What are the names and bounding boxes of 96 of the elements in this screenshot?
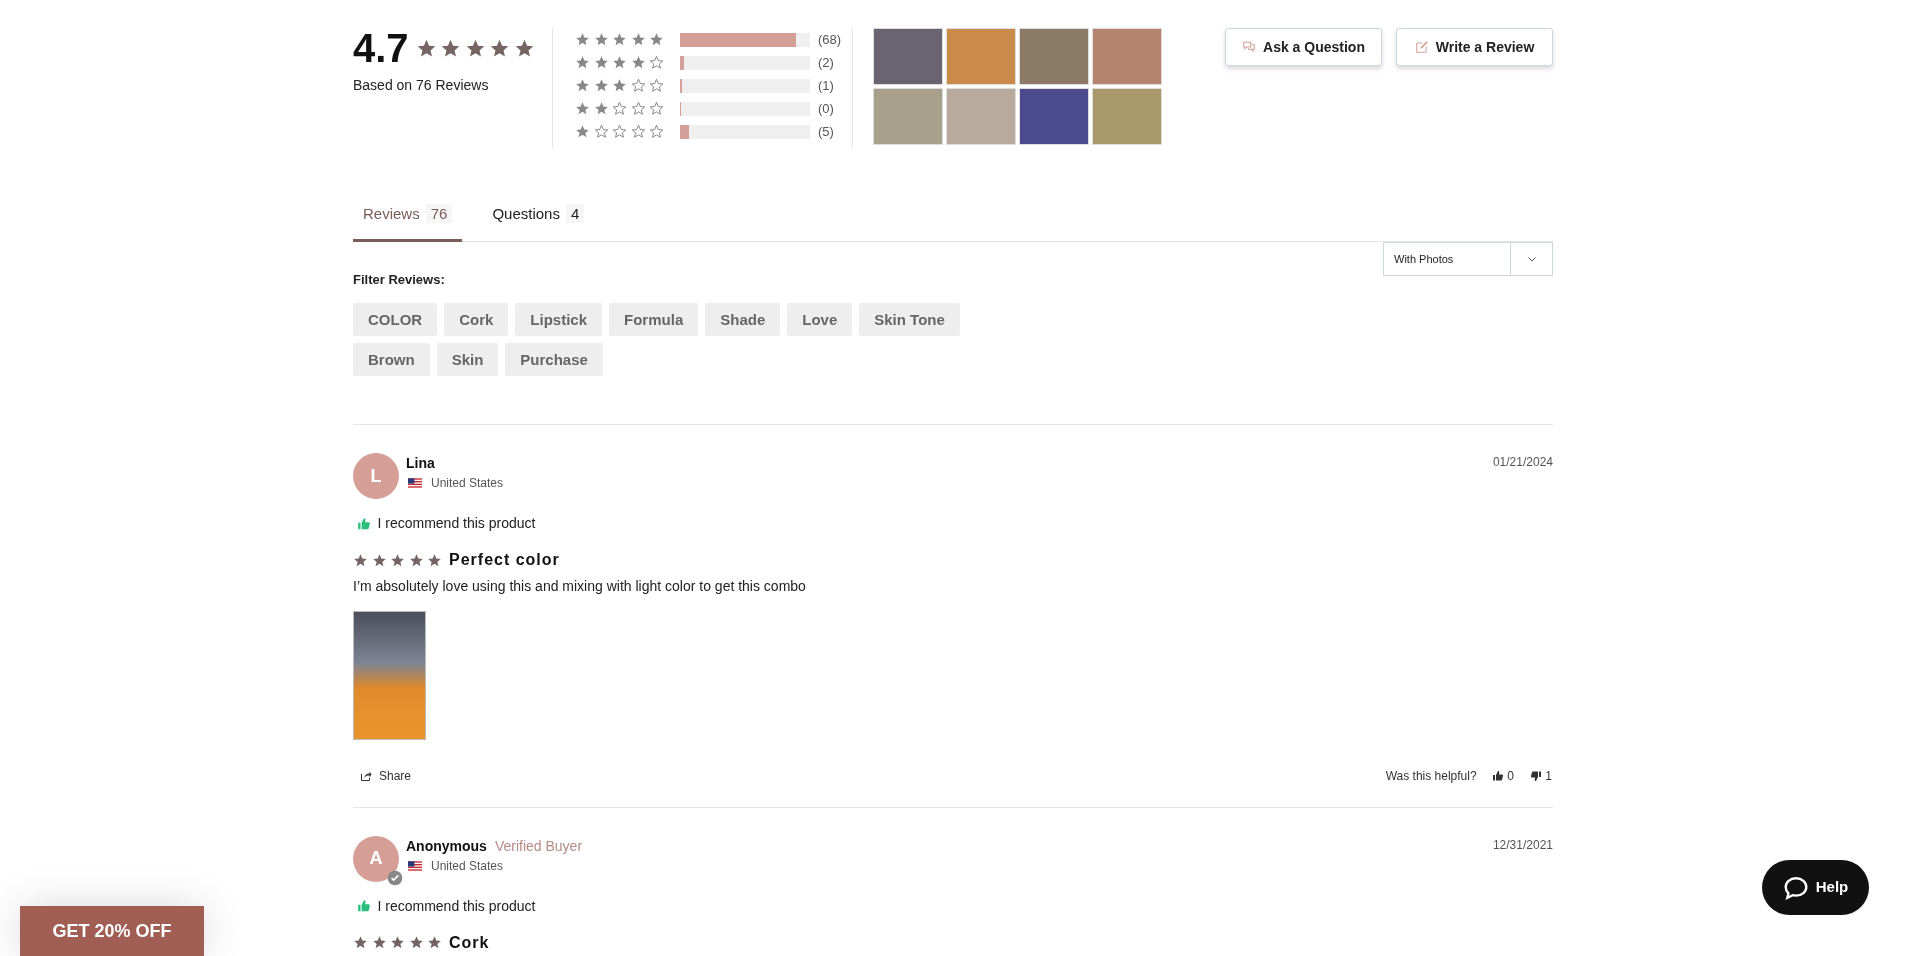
star-icon [593,78,609,93]
photo-placeholder[interactable] [1019,88,1089,145]
sort-dropdown[interactable]: With Photos [1383,241,1553,276]
upvote-button[interactable]: 0 [1490,765,1515,786]
recommend-text: I recommend this product [377,514,536,533]
photo-placeholder[interactable] [353,610,426,740]
filter-tag[interactable]: Skin [436,343,499,376]
thumbs-up-icon [356,899,371,913]
downvote-button[interactable]: 1 [1528,765,1553,786]
star-icon [415,37,437,59]
star-icon [612,78,627,93]
empty-star-icon [612,124,627,139]
filter-label: Filter Reviews: [353,270,445,289]
tab[interactable]: Questions 4 [482,192,595,242]
rating-count: (0) [818,99,834,118]
filter-tag[interactable]: Formula [609,303,699,336]
star-icon [427,935,442,950]
review-title: Perfect color [449,550,560,570]
filter-tag[interactable]: Skin Tone [859,303,960,336]
empty-star-icon [612,101,627,116]
ask-question-button[interactable]: Ask a Question [1225,28,1382,66]
star-icon [593,101,609,116]
star-icon [513,37,535,59]
recommend-text: I recommend this product [377,896,536,916]
review-date: 12/31/2021 [1492,836,1553,854]
empty-star-icon [649,55,664,70]
star-icon [575,78,590,93]
star-icon [464,37,486,59]
rating-count: (1) [818,76,834,95]
review-text: I’m absolutely love using this and mixing with light color to get this combo [353,576,807,596]
empty-star-icon [593,124,609,139]
reviewer-country: United States [431,475,504,492]
star-icon [371,552,387,568]
filter-tag[interactable]: Brown [353,343,430,376]
share-link[interactable]: Share [360,766,412,785]
photo-placeholder[interactable] [873,28,943,85]
edit-icon [1414,40,1429,54]
write-review-button[interactable]: Write a Review [1396,28,1553,66]
reviewer-name: Anonymous [406,836,487,856]
chat-bubbles-icon [1242,40,1257,54]
star-icon [489,37,511,59]
helpful-question: Was this helpful? [1385,767,1477,785]
empty-star-icon [649,78,664,93]
help-button[interactable]: Help [1762,860,1869,915]
star-icon [630,55,646,70]
empty-star-icon [630,101,646,116]
thumbs-up-icon [1491,769,1504,782]
star-icon [408,552,424,568]
rating-count: (2) [818,53,834,72]
flag-icon [406,476,424,490]
review-date: 01/21/2024 [1492,454,1553,471]
star-icon [371,935,387,950]
review-count: Based on 76 Reviews [353,76,490,95]
rating-count: (68) [818,30,842,49]
tab[interactable]: Reviews 76 [353,192,463,242]
star-icon [353,552,368,568]
average-rating: 4.7 [353,28,409,68]
star-icon [440,37,462,59]
rating-count: (5) [818,122,834,141]
review-title: Cork [449,932,490,953]
empty-star-icon [649,124,664,139]
star-icon [575,124,590,139]
star-icon [575,55,590,70]
verified-label: Verified Buyer [494,836,583,856]
empty-star-icon [630,78,646,93]
thumbs-up-icon [356,516,371,531]
empty-star-icon [649,101,664,116]
filter-tag[interactable]: Purchase [505,343,603,376]
filter-tag[interactable]: Cork [444,303,509,336]
star-icon [593,55,609,70]
star-icon [427,552,442,568]
filter-tag[interactable]: Lipstick [515,303,603,336]
star-icon [649,32,664,47]
thumbs-down-icon [1529,769,1542,782]
filter-tag[interactable]: Shade [705,303,781,336]
star-icon [630,32,646,47]
star-icon [612,32,627,47]
star-icon [575,32,590,47]
verified-check-icon [387,869,403,886]
star-icon [353,935,368,950]
star-icon [408,935,424,950]
star-icon [593,32,609,47]
star-icon [612,55,627,70]
discount-button[interactable]: GET 20% OFF [20,906,204,956]
photo-placeholder[interactable] [1019,28,1089,85]
flag-icon [406,858,424,873]
empty-star-icon [630,124,646,139]
star-icon [390,552,405,568]
reviewer-country: United States [431,857,504,875]
chat-bubble-icon [1782,874,1809,901]
avatar: L [353,453,399,499]
reviewer-name: Lina [406,454,435,473]
filter-tag[interactable]: Love [787,303,853,336]
filter-tag[interactable]: COLOR [353,303,438,336]
star-icon [575,101,590,116]
star-icon [390,935,405,950]
